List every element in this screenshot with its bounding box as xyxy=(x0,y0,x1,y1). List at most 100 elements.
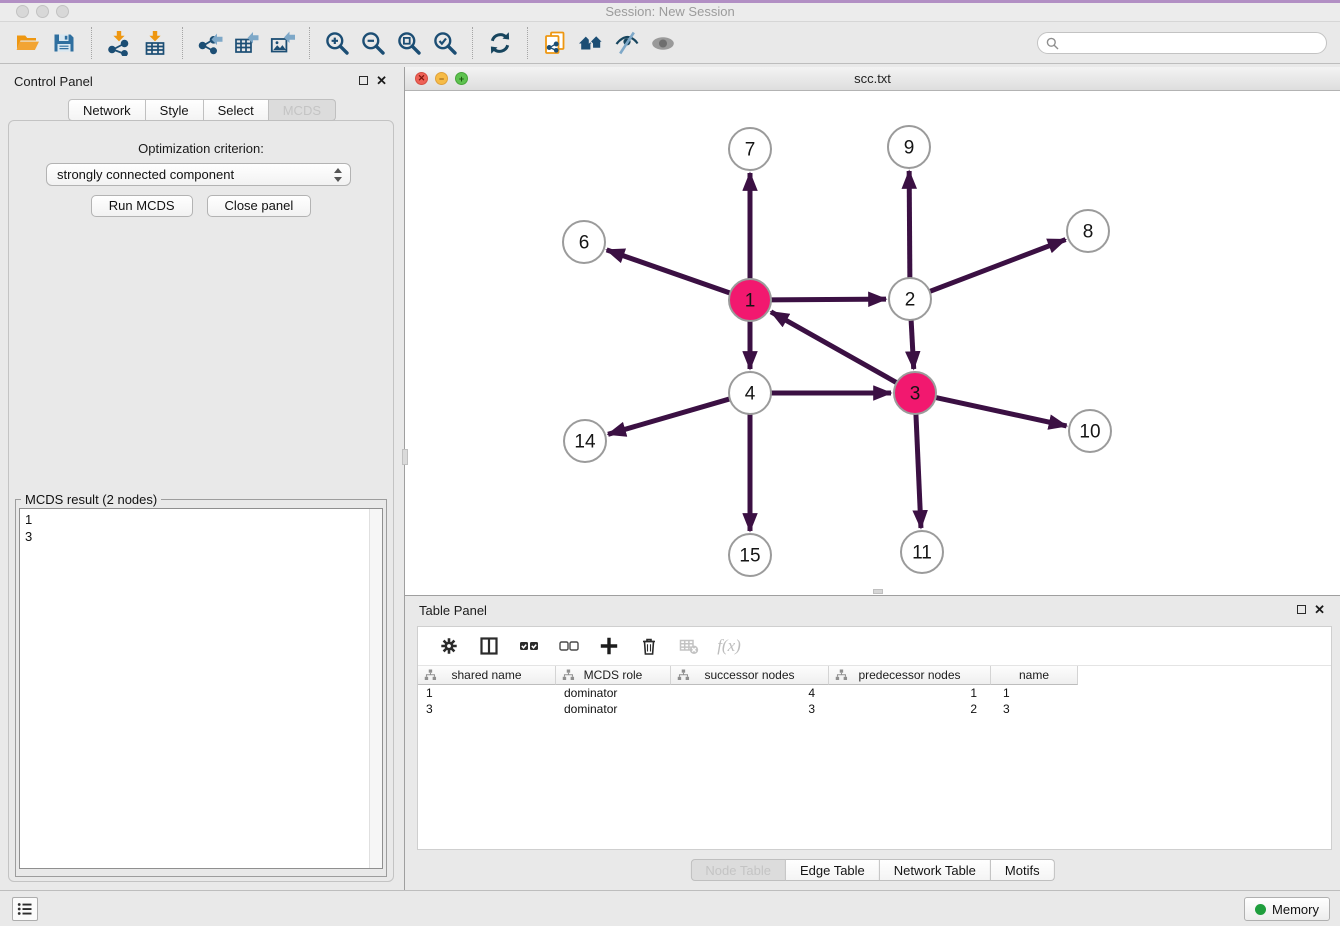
table-cell[interactable]: 1 xyxy=(418,685,556,701)
tab-network-table[interactable]: Network Table xyxy=(880,859,991,881)
graph-node-4[interactable]: 4 xyxy=(729,372,771,414)
graph-node-3[interactable]: 3 xyxy=(894,372,936,414)
column-header-predecessor-nodes[interactable]: predecessor nodes xyxy=(829,666,991,685)
graph-edge-2-3[interactable] xyxy=(911,318,914,369)
column-header-successor-nodes[interactable]: successor nodes xyxy=(671,666,829,685)
graph-edge-1-2[interactable] xyxy=(769,299,886,300)
close-table-panel-icon[interactable]: ✕ xyxy=(1314,602,1325,617)
graph-node-8[interactable]: 8 xyxy=(1067,210,1109,252)
delete-column-button[interactable] xyxy=(634,631,664,661)
tab-mcds[interactable]: MCDS xyxy=(269,99,336,121)
import-table-button[interactable] xyxy=(137,26,173,60)
create-column-icon xyxy=(599,636,619,656)
criterion-dropdown[interactable]: strongly connected component xyxy=(46,163,351,186)
zoom-window-view-icon[interactable]: + xyxy=(455,72,468,85)
minimize-window-icon[interactable] xyxy=(36,5,49,18)
tab-style[interactable]: Style xyxy=(146,99,204,121)
table-cell[interactable]: 4 xyxy=(671,685,829,701)
column-layout-button[interactable] xyxy=(474,631,504,661)
minimize-view-icon[interactable]: − xyxy=(435,72,448,85)
tab-select[interactable]: Select xyxy=(204,99,269,121)
close-window-icon[interactable] xyxy=(16,5,29,18)
export-table-button[interactable] xyxy=(228,26,264,60)
right-column: ✕−+ scc.txt 7968124314101511 Table Panel… xyxy=(405,67,1340,890)
table-cell[interactable]: dominator xyxy=(556,685,671,701)
column-header-name[interactable]: name xyxy=(991,666,1078,685)
zoom-selected-button[interactable] xyxy=(427,26,463,60)
column-header-mcds-role[interactable]: MCDS role xyxy=(556,666,671,685)
mcds-result-line: 1 xyxy=(25,511,382,528)
graph-node-9[interactable]: 9 xyxy=(888,126,930,168)
graph-node-10[interactable]: 10 xyxy=(1069,410,1111,452)
graph-node-label: 4 xyxy=(745,384,756,405)
table-cell[interactable]: 2 xyxy=(829,701,991,717)
zoom-in-button[interactable] xyxy=(319,26,355,60)
close-view-icon[interactable]: ✕ xyxy=(415,72,428,85)
export-network-button[interactable] xyxy=(192,26,228,60)
graph-edge-4-14[interactable] xyxy=(608,398,732,434)
column-layout-icon xyxy=(479,636,499,656)
graph-node-1[interactable]: 1 xyxy=(729,279,771,321)
graph-edge-3-1[interactable] xyxy=(771,312,899,384)
canvas-splitter-grip[interactable] xyxy=(873,589,883,594)
graph-edge-2-9[interactable] xyxy=(909,171,910,280)
graph-edge-3-11[interactable] xyxy=(916,412,921,528)
create-column-button[interactable] xyxy=(594,631,624,661)
graph-node-2[interactable]: 2 xyxy=(889,278,931,320)
zoom-out-button[interactable] xyxy=(355,26,391,60)
refresh-styles-button[interactable] xyxy=(482,26,518,60)
table-cell[interactable]: dominator xyxy=(556,701,671,717)
graph-node-6[interactable]: 6 xyxy=(563,221,605,263)
search-input[interactable] xyxy=(1064,36,1318,50)
table-row[interactable]: 1dominator411 xyxy=(418,685,1331,701)
memory-button[interactable]: Memory xyxy=(1244,897,1330,921)
clone-network-button[interactable] xyxy=(537,26,573,60)
float-panel-icon[interactable] xyxy=(359,76,368,85)
result-scrollbar[interactable] xyxy=(369,509,382,868)
graph-edge-2-8[interactable] xyxy=(928,240,1066,293)
delete-table-button xyxy=(674,631,704,661)
float-table-panel-icon[interactable] xyxy=(1297,605,1306,614)
zoom-fit-button[interactable] xyxy=(391,26,427,60)
graph-edge-1-6[interactable] xyxy=(607,250,732,294)
close-panel-icon[interactable]: ✕ xyxy=(376,73,387,88)
settings-gear-button[interactable] xyxy=(434,631,464,661)
import-network-button[interactable] xyxy=(101,26,137,60)
show-details-button[interactable] xyxy=(645,26,681,60)
hide-details-button[interactable] xyxy=(609,26,645,60)
table-cell[interactable]: 3 xyxy=(991,701,1078,717)
window-controls[interactable] xyxy=(16,5,69,18)
graph-node-15[interactable]: 15 xyxy=(729,534,771,576)
run-mcds-button[interactable]: Run MCDS xyxy=(91,195,193,217)
graph-node-label: 1 xyxy=(745,291,756,312)
zoom-window-icon[interactable] xyxy=(56,5,69,18)
open-session-button[interactable] xyxy=(10,26,46,60)
mcds-result-textarea[interactable]: 13 xyxy=(19,508,383,869)
table-content: f(x) shared nameMCDS rolesuccessor nodes… xyxy=(417,626,1332,850)
save-session-button[interactable] xyxy=(46,26,82,60)
tab-motifs[interactable]: Motifs xyxy=(991,859,1055,881)
search-box[interactable] xyxy=(1037,32,1327,54)
graph-node-7[interactable]: 7 xyxy=(729,128,771,170)
table-cell[interactable]: 1 xyxy=(991,685,1078,701)
graph-edge-3-10[interactable] xyxy=(934,397,1067,426)
close-panel-button[interactable]: Close panel xyxy=(207,195,312,217)
tab-node-table[interactable]: Node Table xyxy=(690,859,786,881)
task-history-button[interactable] xyxy=(12,897,38,921)
column-header-shared-name[interactable]: shared name xyxy=(418,666,556,685)
panel-splitter-grip[interactable] xyxy=(402,449,408,465)
network-canvas[interactable]: 7 9 6 8 1 2 4 3 14 10 15 11 xyxy=(405,91,1340,595)
table-cell[interactable]: 1 xyxy=(829,685,991,701)
deselect-all-columns-button[interactable] xyxy=(554,631,584,661)
table-row[interactable]: 3dominator323 xyxy=(418,701,1331,717)
export-image-button[interactable] xyxy=(264,26,300,60)
table-cell[interactable]: 3 xyxy=(671,701,829,717)
graph-node-14[interactable]: 14 xyxy=(564,420,606,462)
home-pages-button[interactable] xyxy=(573,26,609,60)
select-all-columns-button[interactable] xyxy=(514,631,544,661)
table-cell[interactable]: 3 xyxy=(418,701,556,717)
graph-node-11[interactable]: 11 xyxy=(901,531,943,573)
tab-edge-table[interactable]: Edge Table xyxy=(786,859,880,881)
org-chart-icon xyxy=(835,669,848,681)
tab-network[interactable]: Network xyxy=(68,99,146,121)
